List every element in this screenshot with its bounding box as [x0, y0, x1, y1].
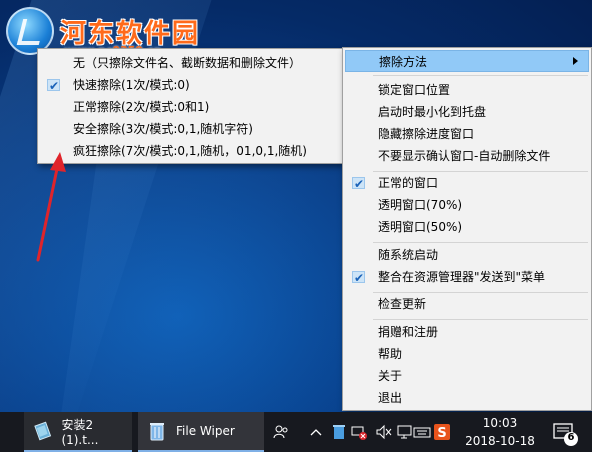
menu-item-label: 不要显示确认窗口-自动删除文件	[378, 149, 551, 163]
checkmark-icon: ✔	[352, 271, 365, 285]
volume-icon[interactable]	[374, 412, 394, 452]
erase-option-fast[interactable]: ✔ 快速擦除(1次/模式:0)	[38, 74, 342, 96]
menu-item-label: 启动时最小化到托盘	[378, 105, 487, 119]
installer-icon	[34, 421, 52, 441]
recycle-bin-tray-icon[interactable]	[330, 412, 348, 452]
system-clock[interactable]: 10:03 2018-10-18	[458, 414, 542, 450]
menu-item-label: 随系统启动	[378, 248, 439, 262]
erase-method-submenu: 无（只擦除文件名、截断数据和删除文件） ✔ 快速擦除(1次/模式:0) 正常擦除…	[37, 48, 343, 164]
menu-item-label: 检查更新	[378, 297, 427, 311]
network-error-icon[interactable]	[350, 412, 368, 452]
menu-item-transparent-50[interactable]: 透明窗口(50%)	[343, 216, 591, 238]
clock-date: 2018-10-18	[465, 434, 535, 448]
chevron-up-icon[interactable]	[308, 412, 324, 452]
clock-time: 10:03	[482, 416, 518, 430]
menu-item-hide-progress[interactable]: 隐藏擦除进度窗口	[343, 123, 591, 145]
menu-item-about[interactable]: 关于	[343, 365, 591, 387]
svg-text:S: S	[437, 426, 446, 441]
sogou-input-icon[interactable]: S	[432, 412, 452, 452]
erase-option-none[interactable]: 无（只擦除文件名、截断数据和删除文件）	[38, 52, 342, 74]
menu-item-label: 正常的窗口	[378, 176, 439, 190]
menu-item-donate-register[interactable]: 捐赠和注册	[343, 321, 591, 343]
keyboard-icon[interactable]	[412, 412, 432, 452]
checkmark-icon: ✔	[47, 79, 60, 93]
menu-item-check-update[interactable]: 检查更新	[343, 293, 591, 315]
menu-item-label: 帮助	[378, 347, 403, 361]
people-icon[interactable]	[270, 412, 292, 452]
red-arrow-annotation-icon	[36, 152, 66, 262]
menu-item-exit[interactable]: 退出	[343, 387, 591, 409]
erase-option-label: 正常擦除(2次/模式:0和1)	[73, 100, 210, 114]
taskbar-app-installer[interactable]: 安装2 (1).t...	[24, 412, 132, 452]
menu-item-label: 透明窗口(70%)	[378, 198, 463, 212]
menu-item-erase-method[interactable]: 擦除方法	[345, 50, 589, 72]
erase-option-label: 安全擦除(3次/模式:0,1,随机字符)	[73, 122, 253, 136]
taskbar-app-file-wiper[interactable]: File Wiper	[138, 412, 264, 452]
menu-item-help[interactable]: 帮助	[343, 343, 591, 365]
erase-option-label: 快速擦除(1次/模式:0)	[73, 78, 190, 92]
menu-item-label: 关于	[378, 369, 403, 383]
menu-item-sendto-integration[interactable]: ✔ 整合在资源管理器"发送到"菜单	[343, 266, 591, 288]
taskbar-app-label: File Wiper	[176, 424, 235, 438]
erase-option-crazy[interactable]: 疯狂擦除(7次/模式:0,1,随机，01,0,1,随机)	[38, 140, 342, 162]
menu-item-label: 捐赠和注册	[378, 325, 439, 339]
menu-item-label: 透明窗口(50%)	[378, 220, 463, 234]
checkmark-icon: ✔	[352, 177, 365, 191]
erase-option-normal[interactable]: 正常擦除(2次/模式:0和1)	[38, 96, 342, 118]
menu-item-transparent-70[interactable]: 透明窗口(70%)	[343, 194, 591, 216]
menu-item-no-confirm[interactable]: 不要显示确认窗口-自动删除文件	[343, 145, 591, 167]
erase-option-secure[interactable]: 安全擦除(3次/模式:0,1,随机字符)	[38, 118, 342, 140]
submenu-arrow-icon	[573, 57, 578, 65]
erase-option-label: 疯狂擦除(7次/模式:0,1,随机，01,0,1,随机)	[73, 144, 307, 158]
menu-separator	[373, 319, 588, 320]
menu-item-start-minimized[interactable]: 启动时最小化到托盘	[343, 101, 591, 123]
erase-option-label: 无（只擦除文件名、截断数据和删除文件）	[73, 56, 302, 70]
menu-separator	[373, 75, 588, 76]
menu-item-label: 擦除方法	[379, 55, 428, 69]
menu-separator	[373, 242, 588, 243]
menu-item-normal-window[interactable]: ✔ 正常的窗口	[343, 172, 591, 194]
menu-item-label: 锁定窗口位置	[378, 83, 451, 97]
menu-item-lock-window-position[interactable]: 锁定窗口位置	[343, 79, 591, 101]
notification-count: 6	[567, 432, 575, 443]
taskbar: 安装2 (1).t... File Wiper S 10:03 2018-10-…	[0, 412, 592, 452]
menu-item-label: 隐藏擦除进度窗口	[378, 127, 475, 141]
menu-item-label: 退出	[378, 391, 403, 405]
menu-item-label: 整合在资源管理器"发送到"菜单	[378, 270, 546, 284]
taskbar-app-label: 安装2 (1).t...	[61, 417, 99, 447]
notification-center-icon[interactable]: 6	[550, 418, 580, 448]
tray-context-menu: 擦除方法 锁定窗口位置 启动时最小化到托盘 隐藏擦除进度窗口 不要显示确认窗口-…	[342, 47, 592, 411]
trash-bin-icon	[150, 423, 164, 441]
menu-item-run-at-startup[interactable]: 随系统启动	[343, 244, 591, 266]
wallpaper-light-ray	[57, 120, 383, 440]
